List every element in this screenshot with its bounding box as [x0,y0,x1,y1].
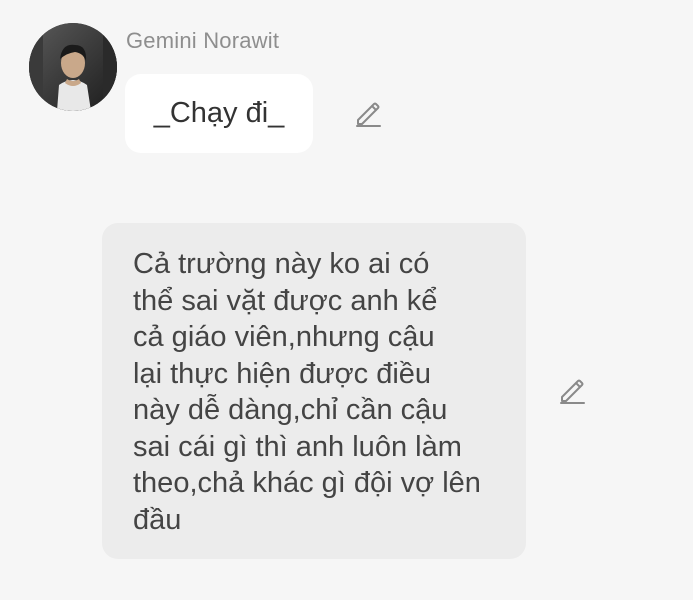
message-line: lại thực hiện được điều [133,357,432,390]
message-line: sai cái gì thì anh luôn làm [133,430,462,463]
avatar[interactable] [29,23,117,111]
message-bubble[interactable]: _Chạy đi_ [125,74,313,153]
message-bubble[interactable]: Cả trường này ko ai có thể sai vặt được … [102,223,526,559]
message-line: theo,chả khác gì đội vợ lên [133,467,481,499]
message-line: Cả trường này ko ai có [133,248,430,280]
sender-name: Gemini Norawit [126,28,280,53]
message-line: đầu [133,503,182,536]
message-text: _Chạy đi_ [153,97,285,129]
pencil-edit-icon[interactable] [353,98,383,128]
avatar-photo [29,23,117,111]
message-text: Cả trường này ko ai có thể sai vặt được … [133,246,496,538]
message-line: này dễ dàng,chỉ cần cậu [133,394,448,426]
message-line: cả giáo viên,nhưng cậu [133,321,435,353]
pencil-edit-icon[interactable] [557,375,587,405]
message-line: thể sai vặt được anh kể [133,284,438,317]
